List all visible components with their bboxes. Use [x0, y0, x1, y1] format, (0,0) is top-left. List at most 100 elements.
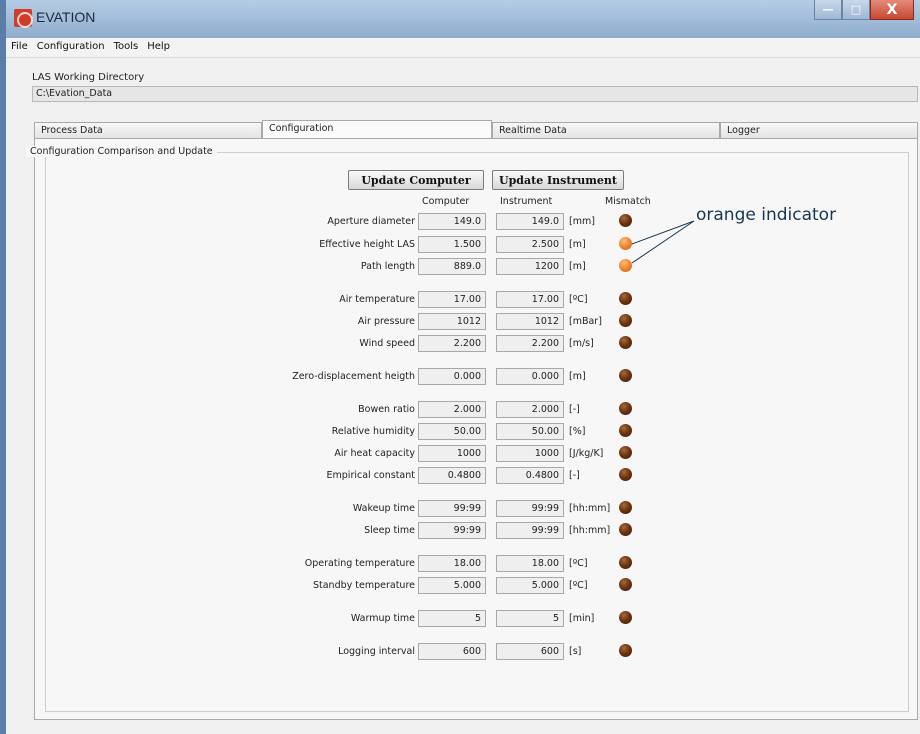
computer-value-field[interactable]: 18.00: [418, 555, 486, 572]
instrument-value-field[interactable]: 5: [496, 610, 564, 627]
tab-bar: Process Data Configuration Realtime Data…: [34, 120, 918, 139]
mismatch-indicator-icon: [619, 644, 632, 657]
mismatch-indicator-icon: [619, 446, 632, 459]
parameter-label: Wind speed: [359, 338, 415, 349]
parameter-label: Empirical constant: [326, 470, 415, 481]
unit-label: [-]: [569, 404, 580, 415]
instrument-value-field[interactable]: 0.000: [496, 368, 564, 385]
menu-help[interactable]: Help: [142, 38, 174, 52]
tab-configuration[interactable]: Configuration: [262, 120, 492, 139]
close-icon: X: [886, 1, 898, 18]
computer-value-field[interactable]: 1000: [418, 445, 486, 462]
instrument-value-field[interactable]: 17.00: [496, 291, 564, 308]
computer-value-field[interactable]: 0.4800: [418, 467, 486, 484]
instrument-value-field[interactable]: 50.00: [496, 423, 564, 440]
instrument-value-field[interactable]: 2.200: [496, 335, 564, 352]
unit-label: [s]: [569, 646, 582, 657]
tab-logger[interactable]: Logger: [720, 122, 918, 138]
parameter-label: Sleep time: [364, 525, 415, 536]
parameter-label: Standby temperature: [312, 580, 415, 591]
close-button[interactable]: X: [870, 0, 914, 20]
computer-value-field[interactable]: 1.500: [418, 236, 486, 253]
menu-bar: File Configuration Tools Help: [6, 38, 920, 58]
computer-value-field[interactable]: 5.000: [418, 577, 486, 594]
mismatch-indicator-icon: [619, 556, 632, 569]
unit-label: [m/s]: [569, 338, 594, 349]
maximize-button[interactable]: □: [842, 0, 870, 20]
parameter-label: Bowen ratio: [358, 404, 415, 415]
unit-label: [mBar]: [569, 316, 602, 327]
app-logo-icon: [14, 9, 33, 28]
parameter-label: Logging interval: [338, 646, 415, 657]
menu-configuration[interactable]: Configuration: [32, 38, 109, 52]
column-header-computer: Computer: [422, 196, 470, 207]
working-directory-label: LAS Working Directory: [32, 72, 145, 83]
instrument-value-field[interactable]: 0.4800: [496, 467, 564, 484]
mismatch-indicator-icon: [619, 402, 632, 415]
unit-label: [ºC]: [569, 580, 588, 591]
instrument-value-field[interactable]: 5.000: [496, 577, 564, 594]
update-computer-button[interactable]: Update Computer: [348, 170, 484, 190]
unit-label: [J/kg/K]: [569, 448, 604, 459]
window-title: EVATION: [36, 9, 96, 25]
annotation-label: orange indicator: [696, 205, 837, 225]
instrument-value-field[interactable]: 1200: [496, 258, 564, 275]
parameter-label: Effective height LAS: [319, 239, 415, 250]
parameter-label: Zero-displacement heigth: [292, 371, 415, 382]
mismatch-indicator-icon: [619, 578, 632, 591]
mismatch-indicator-icon: [619, 501, 632, 514]
computer-value-field[interactable]: 149.0: [418, 213, 486, 230]
unit-label: [-]: [569, 470, 580, 481]
mismatch-indicator-icon: [619, 523, 632, 536]
minimize-icon: —: [822, 3, 834, 16]
computer-value-field[interactable]: 1012: [418, 313, 486, 330]
unit-label: [m]: [569, 261, 586, 272]
computer-value-field[interactable]: 889.0: [418, 258, 486, 275]
mismatch-indicator-icon: [619, 292, 632, 305]
unit-label: [min]: [569, 613, 595, 624]
unit-label: [%]: [569, 426, 586, 437]
computer-value-field[interactable]: 0.000: [418, 368, 486, 385]
computer-value-field[interactable]: 99:99: [418, 500, 486, 517]
instrument-value-field[interactable]: 1000: [496, 445, 564, 462]
maximize-icon: □: [850, 3, 862, 16]
column-header-instrument: Instrument: [500, 196, 553, 207]
mismatch-indicator-icon: [619, 259, 632, 272]
instrument-value-field[interactable]: 1012: [496, 313, 564, 330]
mismatch-indicator-icon: [619, 369, 632, 382]
instrument-value-field[interactable]: 149.0: [496, 213, 564, 230]
parameter-label: Warmup time: [350, 613, 415, 624]
update-instrument-button[interactable]: Update Instrument: [492, 170, 624, 190]
unit-label: [mm]: [569, 216, 595, 227]
computer-value-field[interactable]: 99:99: [418, 522, 486, 539]
mismatch-indicator-icon: [619, 424, 632, 437]
mismatch-indicator-icon: [619, 611, 632, 624]
tab-process-data[interactable]: Process Data: [34, 122, 262, 138]
group-title: Configuration Comparison and Update: [26, 146, 217, 157]
parameter-label: Air pressure: [357, 316, 415, 327]
computer-value-field[interactable]: 2.200: [418, 335, 486, 352]
computer-value-field[interactable]: 17.00: [418, 291, 486, 308]
instrument-value-field[interactable]: 99:99: [496, 500, 564, 517]
mismatch-indicator-icon: [619, 237, 632, 250]
parameter-label: Relative humidity: [331, 426, 415, 437]
window-controls: — □ X: [814, 0, 914, 22]
tab-realtime-data[interactable]: Realtime Data: [492, 122, 720, 138]
instrument-value-field[interactable]: 99:99: [496, 522, 564, 539]
column-header-mismatch: Mismatch: [605, 196, 651, 207]
computer-value-field[interactable]: 5: [418, 610, 486, 627]
working-directory-field[interactable]: C:\Evation_Data: [32, 86, 918, 102]
instrument-value-field[interactable]: 18.00: [496, 555, 564, 572]
computer-value-field[interactable]: 2.000: [418, 401, 486, 418]
computer-value-field[interactable]: 600: [418, 643, 486, 660]
minimize-button[interactable]: —: [814, 0, 842, 20]
instrument-value-field[interactable]: 600: [496, 643, 564, 660]
title-bar[interactable]: EVATION — □ X: [6, 0, 920, 38]
instrument-value-field[interactable]: 2.000: [496, 401, 564, 418]
menu-tools[interactable]: Tools: [109, 38, 143, 52]
instrument-value-field[interactable]: 2.500: [496, 236, 564, 253]
parameter-label: Wakeup time: [352, 503, 415, 514]
menu-file[interactable]: File: [6, 38, 32, 52]
unit-label: [m]: [569, 239, 586, 250]
computer-value-field[interactable]: 50.00: [418, 423, 486, 440]
